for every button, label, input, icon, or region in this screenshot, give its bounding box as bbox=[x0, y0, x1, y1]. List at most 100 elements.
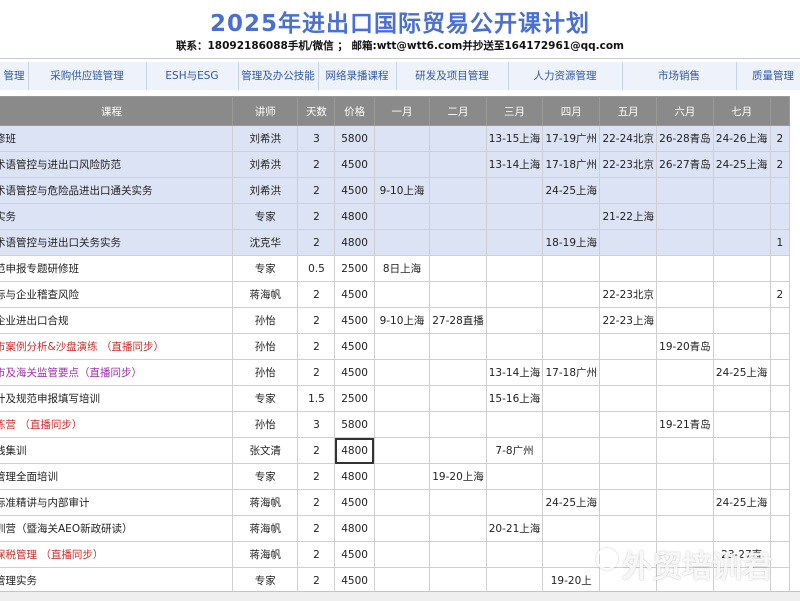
table-cell[interactable] bbox=[599, 333, 658, 360]
table-cell[interactable] bbox=[485, 177, 544, 204]
column-header[interactable]: 课程 bbox=[0, 96, 234, 126]
table-cell[interactable]: 19-21青岛 bbox=[656, 411, 714, 438]
table-cell[interactable] bbox=[373, 203, 431, 230]
table-cell[interactable]: 孙怡 bbox=[232, 333, 299, 360]
tab-esh-esg[interactable]: ESH与ESG bbox=[146, 62, 239, 90]
table-cell[interactable]: 4800 bbox=[334, 203, 375, 230]
column-header[interactable]: 七月 bbox=[712, 96, 771, 126]
tab-procurement[interactable]: 采购供应链管理 bbox=[28, 62, 147, 90]
table-cell[interactable] bbox=[769, 463, 791, 490]
table-cell[interactable] bbox=[769, 489, 791, 516]
course-name-cell[interactable]: 市及海关监管要点（直播同步） bbox=[0, 359, 234, 386]
table-cell[interactable]: 13-14上海 bbox=[485, 359, 544, 386]
table-cell[interactable]: 蒋海帆 bbox=[232, 281, 299, 308]
tab-rd-project[interactable]: 研发及项目管理 bbox=[396, 62, 509, 90]
table-cell[interactable] bbox=[542, 463, 601, 490]
table-cell[interactable] bbox=[656, 489, 714, 516]
table-cell[interactable]: 2 bbox=[297, 463, 336, 490]
table-cell[interactable]: 4500 bbox=[334, 307, 375, 334]
table-cell[interactable]: 4500 bbox=[334, 177, 375, 204]
table-cell[interactable] bbox=[769, 437, 791, 464]
table-cell[interactable] bbox=[656, 437, 714, 464]
table-cell[interactable] bbox=[769, 333, 791, 360]
table-cell[interactable]: 4800 bbox=[334, 437, 375, 464]
table-cell[interactable] bbox=[429, 229, 487, 256]
tab-marketing[interactable]: 市场销售 bbox=[622, 62, 737, 90]
table-cell[interactable] bbox=[712, 515, 771, 542]
table-cell[interactable] bbox=[656, 385, 714, 412]
course-name-cell[interactable]: 修班 bbox=[0, 125, 234, 152]
table-cell[interactable]: 26-27青岛 bbox=[656, 151, 714, 178]
table-cell[interactable]: 孙怡 bbox=[232, 359, 299, 386]
table-cell[interactable] bbox=[599, 411, 658, 438]
column-header[interactable]: 二月 bbox=[429, 96, 487, 126]
table-cell[interactable] bbox=[656, 281, 714, 308]
table-cell[interactable]: 27-28直播 bbox=[429, 307, 487, 334]
table-cell[interactable] bbox=[769, 567, 791, 594]
table-cell[interactable]: 2 bbox=[297, 307, 336, 334]
table-cell[interactable] bbox=[542, 281, 601, 308]
table-cell[interactable] bbox=[373, 411, 431, 438]
table-cell[interactable]: 专家 bbox=[232, 567, 299, 594]
table-cell[interactable] bbox=[599, 515, 658, 542]
table-cell[interactable]: 26-28青岛 bbox=[656, 125, 714, 152]
table-cell[interactable] bbox=[712, 411, 771, 438]
tab-management[interactable]: 管理 bbox=[0, 62, 29, 90]
table-cell[interactable] bbox=[599, 385, 658, 412]
table-cell[interactable]: 2 bbox=[297, 437, 336, 464]
column-header[interactable]: 五月 bbox=[599, 96, 658, 126]
table-cell[interactable] bbox=[429, 333, 487, 360]
table-cell[interactable]: 3 bbox=[297, 125, 336, 152]
table-cell[interactable] bbox=[542, 333, 601, 360]
table-cell[interactable]: 4800 bbox=[334, 463, 375, 490]
table-cell[interactable] bbox=[373, 359, 431, 386]
table-cell[interactable]: 蒋海帆 bbox=[232, 515, 299, 542]
table-cell[interactable]: 8日上海 bbox=[373, 255, 431, 282]
table-cell[interactable]: 22-23上海 bbox=[599, 307, 658, 334]
table-cell[interactable]: 专家 bbox=[232, 463, 299, 490]
table-cell[interactable]: 2 bbox=[769, 151, 791, 178]
course-name-cell[interactable]: 范申报专题研修班 bbox=[0, 255, 234, 282]
course-name-cell[interactable]: 术语管控与进出口风险防范 bbox=[0, 151, 234, 178]
table-cell[interactable] bbox=[712, 463, 771, 490]
table-cell[interactable] bbox=[485, 489, 544, 516]
course-name-cell[interactable]: 管理全面培训 bbox=[0, 463, 234, 490]
table-cell[interactable] bbox=[599, 359, 658, 386]
table-cell[interactable] bbox=[429, 541, 487, 568]
table-cell[interactable]: 9-10上海 bbox=[373, 177, 431, 204]
table-cell[interactable] bbox=[542, 385, 601, 412]
table-cell[interactable]: 18-19上海 bbox=[542, 229, 601, 256]
table-cell[interactable]: 19-20上 bbox=[542, 567, 601, 594]
table-cell[interactable]: 专家 bbox=[232, 255, 299, 282]
table-cell[interactable]: 24-25上海 bbox=[712, 359, 771, 386]
table-cell[interactable] bbox=[542, 307, 601, 334]
table-cell[interactable] bbox=[769, 411, 791, 438]
table-cell[interactable]: 24-25上海 bbox=[542, 489, 601, 516]
table-cell[interactable]: 2 bbox=[297, 567, 336, 594]
table-cell[interactable]: 4800 bbox=[334, 229, 375, 256]
table-cell[interactable]: 4500 bbox=[334, 333, 375, 360]
table-cell[interactable]: 4500 bbox=[334, 281, 375, 308]
table-cell[interactable] bbox=[769, 203, 791, 230]
table-cell[interactable]: 2 bbox=[769, 281, 791, 308]
table-cell[interactable] bbox=[712, 177, 771, 204]
table-cell[interactable]: 2 bbox=[297, 359, 336, 386]
table-cell[interactable]: 2 bbox=[297, 203, 336, 230]
table-cell[interactable] bbox=[656, 515, 714, 542]
table-cell[interactable]: 专家 bbox=[232, 203, 299, 230]
table-cell[interactable]: 张文清 bbox=[232, 437, 299, 464]
table-cell[interactable] bbox=[712, 333, 771, 360]
table-cell[interactable]: 沈克华 bbox=[232, 229, 299, 256]
table-cell[interactable]: 24-25上海 bbox=[712, 151, 771, 178]
table-cell[interactable]: 2 bbox=[297, 229, 336, 256]
column-header[interactable] bbox=[769, 96, 791, 126]
tab-office-skills[interactable]: 管理及办公技能 bbox=[238, 62, 319, 90]
table-cell[interactable] bbox=[373, 463, 431, 490]
table-cell[interactable] bbox=[485, 567, 544, 594]
course-name-cell[interactable]: 练营 （直播同步） bbox=[0, 411, 234, 438]
table-cell[interactable] bbox=[485, 281, 544, 308]
table-cell[interactable]: 17-18广州 bbox=[542, 151, 601, 178]
table-cell[interactable]: 5800 bbox=[334, 411, 375, 438]
table-cell[interactable] bbox=[656, 177, 714, 204]
table-cell[interactable]: 20-21上海 bbox=[485, 515, 544, 542]
